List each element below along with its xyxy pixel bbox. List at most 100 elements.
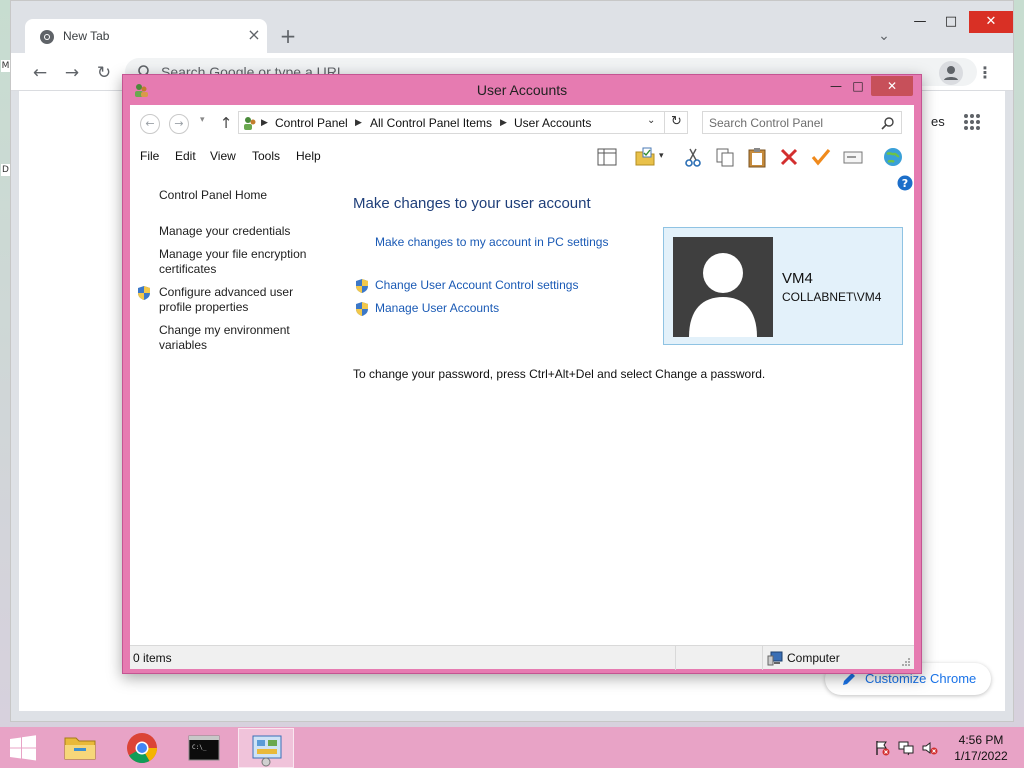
svg-text:C:\_: C:\_: [192, 744, 207, 751]
chrome-menu-button[interactable]: ⋮: [975, 62, 995, 84]
address-dropdown-icon[interactable]: ⌄: [647, 115, 655, 126]
search-placeholder: Search Control Panel: [709, 116, 824, 130]
link-pc-settings[interactable]: Make changes to my account in PC setting…: [375, 235, 608, 249]
tab-title: New Tab: [63, 29, 110, 43]
taskbar-control-panel[interactable]: [238, 728, 294, 768]
page-title: Make changes to your user account: [353, 195, 591, 212]
command-prompt-icon: C:\_: [188, 735, 220, 761]
user-tile: VM4 COLLABNET\VM4: [663, 227, 903, 345]
explorer-back-button[interactable]: ←: [140, 114, 160, 134]
taskbar: C:\_ 4:56 PM 1/17/2022: [0, 727, 1024, 768]
person-icon: [944, 66, 958, 80]
taskbar-chrome[interactable]: [114, 728, 170, 768]
breadcrumb-separator[interactable]: ▶: [500, 115, 507, 131]
menu-bar: File Edit View Tools Help ▾: [130, 141, 914, 171]
menu-edit[interactable]: Edit: [175, 149, 196, 163]
new-tab-button[interactable]: +: [277, 25, 299, 47]
chrome-tab-new-tab[interactable]: New Tab ×: [25, 19, 267, 53]
link-manage-accounts[interactable]: Manage User Accounts: [375, 301, 499, 315]
resize-grip-icon[interactable]: [900, 656, 910, 666]
status-item-count: 0 items: [133, 651, 172, 665]
clock-date[interactable]: 1/17/2022: [950, 749, 1012, 763]
recent-locations-dropdown[interactable]: ▾: [200, 115, 205, 125]
task-control-panel-home[interactable]: Control Panel Home: [159, 188, 319, 203]
control-panel-icon: [252, 735, 282, 767]
action-center-flag-icon[interactable]: [874, 740, 890, 756]
taskbar-command-prompt[interactable]: C:\_: [176, 728, 232, 768]
volume-muted-icon[interactable]: [922, 740, 938, 756]
task-pane: Control Panel Home Manage your credentia…: [130, 175, 330, 375]
paste-icon[interactable]: [746, 146, 768, 168]
chrome-maximize-button[interactable]: □: [933, 11, 969, 33]
menu-help[interactable]: Help: [296, 149, 321, 163]
desktop-edge-glyph: M: [1, 60, 10, 72]
uac-shield-icon: [356, 279, 368, 293]
delete-icon[interactable]: [778, 146, 800, 168]
copy-icon[interactable]: [714, 146, 736, 168]
status-bar: 0 items Computer: [130, 645, 914, 670]
tab-search-button[interactable]: ⌄: [873, 25, 895, 47]
up-one-level-button[interactable]: ↑: [218, 114, 234, 132]
network-icon[interactable]: [898, 740, 914, 756]
task-advanced-profile[interactable]: Configure advanced user profile properti…: [159, 285, 319, 315]
password-note: To change your password, press Ctrl+Alt+…: [353, 367, 766, 381]
menu-tools[interactable]: Tools: [252, 149, 280, 163]
breadcrumb-all-items[interactable]: All Control Panel Items: [370, 116, 492, 130]
globe-icon[interactable]: [882, 146, 904, 168]
breadcrumb-user-accounts[interactable]: User Accounts: [514, 116, 591, 130]
profile-avatar[interactable]: [939, 61, 963, 85]
status-divider: [675, 646, 676, 670]
window-title: User Accounts: [476, 82, 568, 98]
breadcrumb-separator[interactable]: ▶: [261, 115, 268, 131]
user-name: VM4: [782, 270, 813, 287]
chrome-tab-strip: New Tab × + ⌄ — □ ✕: [11, 1, 1013, 53]
window-content: ← → ▾ ↑ ▶ Control Panel ▶ All Control Pa…: [130, 105, 914, 670]
breadcrumb-control-panel[interactable]: Control Panel: [275, 116, 348, 130]
svg-text:?: ?: [902, 177, 908, 190]
forward-button[interactable]: →: [61, 62, 83, 84]
folder-view-dropdown[interactable]: ▾: [659, 151, 664, 161]
task-manage-credentials[interactable]: Manage your credentials: [159, 224, 319, 239]
layout-pane-icon[interactable]: [596, 146, 618, 168]
window-close-button[interactable]: ✕: [871, 76, 913, 96]
search-input[interactable]: Search Control Panel: [702, 111, 902, 134]
breadcrumb-separator[interactable]: ▶: [355, 115, 362, 131]
chrome-close-button[interactable]: ✕: [969, 11, 1013, 33]
images-link[interactable]: es: [931, 114, 945, 129]
chrome-icon: [127, 733, 157, 764]
address-bar: ← → ▾ ↑ ▶ Control Panel ▶ All Control Pa…: [130, 105, 914, 141]
window-maximize-button[interactable]: □: [845, 76, 871, 96]
computer-icon: [767, 651, 783, 666]
back-button[interactable]: ←: [29, 62, 51, 84]
breadcrumb[interactable]: ▶ Control Panel ▶ All Control Panel Item…: [238, 111, 688, 134]
taskbar-file-explorer[interactable]: [52, 728, 108, 768]
explorer-forward-button[interactable]: →: [169, 114, 189, 134]
reload-button[interactable]: ↻: [93, 62, 115, 84]
tab-close-icon[interactable]: ×: [245, 26, 263, 44]
search-icon: [881, 117, 894, 130]
chrome-favicon-icon: [40, 30, 54, 44]
properties-icon[interactable]: [842, 146, 864, 168]
uac-shield-icon: [356, 302, 368, 316]
file-explorer-icon: [64, 737, 96, 760]
status-location: Computer: [787, 651, 840, 665]
checkmark-icon[interactable]: [810, 146, 832, 168]
help-icon[interactable]: ?: [897, 175, 913, 191]
task-file-encryption[interactable]: Manage your file encryption certificates: [159, 247, 319, 277]
desktop-edge-glyph: D: [1, 164, 10, 176]
status-divider: [762, 646, 763, 670]
menu-file[interactable]: File: [140, 149, 159, 163]
task-environment-variables[interactable]: Change my environment variables: [159, 323, 319, 353]
cut-icon[interactable]: [682, 146, 704, 168]
window-titlebar[interactable]: User Accounts — □ ✕: [123, 75, 921, 105]
windows-start-icon[interactable]: [8, 735, 38, 761]
folder-view-icon[interactable]: [634, 146, 656, 168]
apps-grid-icon[interactable]: [963, 113, 981, 131]
refresh-button[interactable]: ↻: [664, 111, 688, 134]
clock-time[interactable]: 4:56 PM: [950, 733, 1012, 747]
user-accounts-window: User Accounts — □ ✕ ← → ▾ ↑ ▶ Control Pa…: [122, 74, 922, 674]
uac-shield-icon: [138, 286, 150, 300]
control-panel-icon: [244, 117, 256, 130]
menu-view[interactable]: View: [210, 149, 236, 163]
link-uac-settings[interactable]: Change User Account Control settings: [375, 278, 578, 292]
